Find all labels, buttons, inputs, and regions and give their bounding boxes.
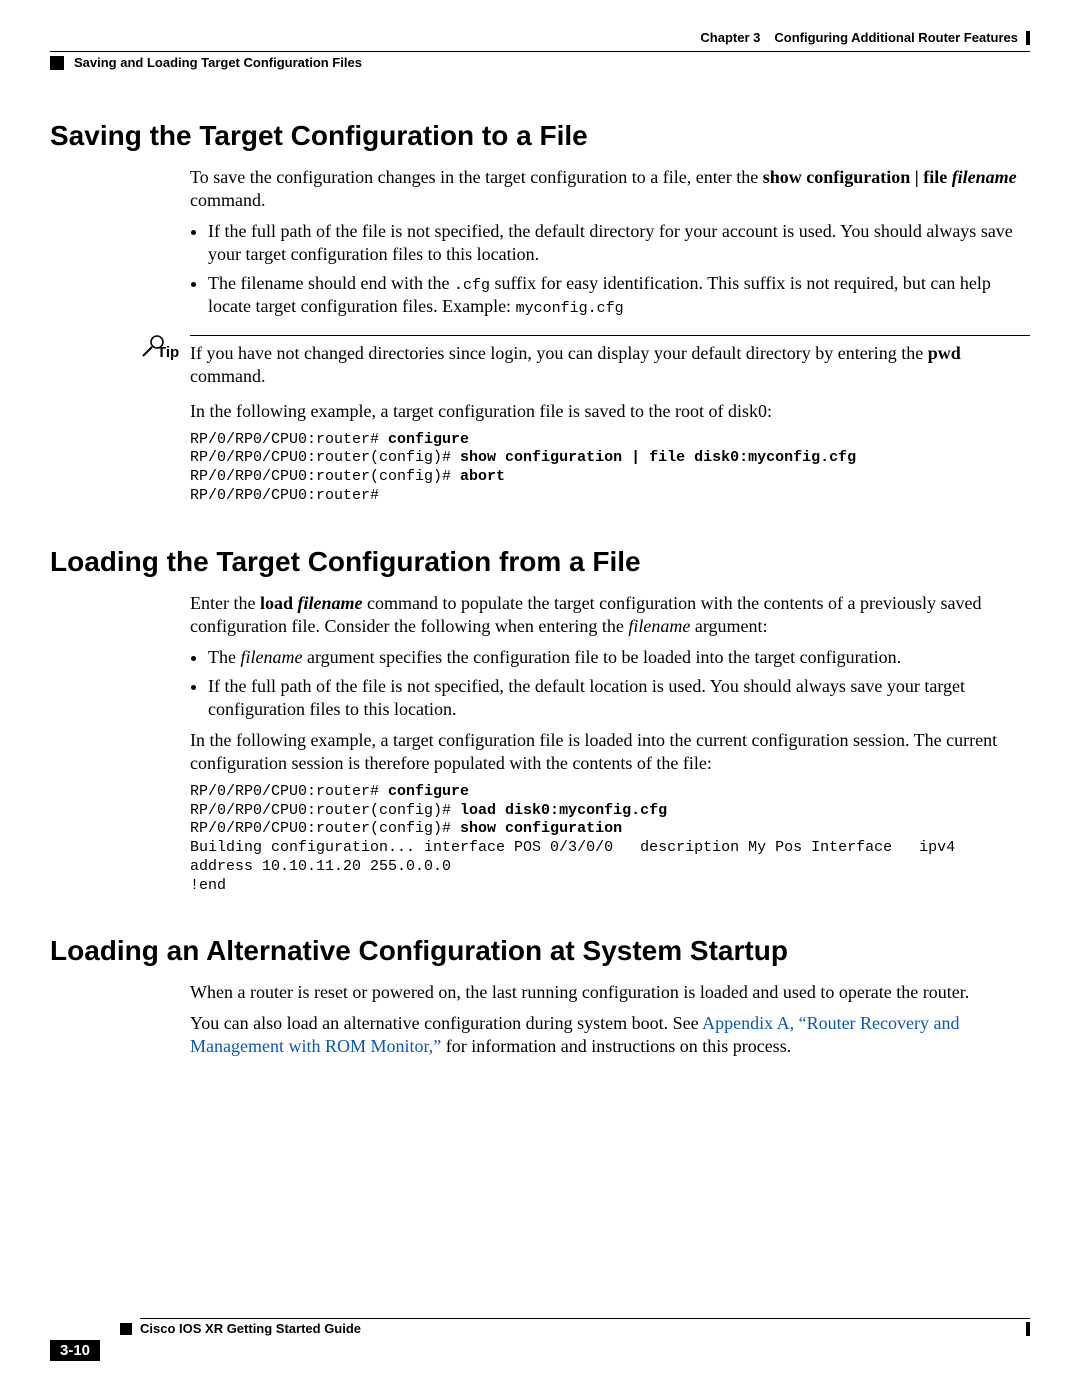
sec1-example-intro: In the following example, a target confi… — [190, 400, 1030, 423]
list-item: If the full path of the file is not spec… — [208, 220, 1030, 266]
section-title: Saving and Loading Target Configuration … — [74, 55, 362, 70]
chapter-title: Configuring Additional Router Features — [774, 30, 1018, 45]
sec1-bullets: If the full path of the file is not spec… — [208, 220, 1030, 318]
sec2-example-intro: In the following example, a target confi… — [190, 729, 1030, 775]
header-end-tick-icon — [1026, 31, 1030, 45]
section-square-icon — [50, 56, 64, 70]
sec2-intro: Enter the load filename command to popul… — [190, 592, 1030, 638]
heading-loading-config: Loading the Target Configuration from a … — [50, 546, 1030, 578]
tip-block: Tip If you have not changed directories … — [50, 335, 1030, 388]
tip-text: If you have not changed directories sinc… — [190, 342, 1030, 388]
footer-square-icon — [120, 1323, 132, 1335]
page-footer: Cisco IOS XR Getting Started Guide 3-10 — [50, 1318, 1030, 1361]
list-item: The filename should end with the .cfg su… — [208, 272, 1030, 318]
sec3-p2: You can also load an alternative configu… — [190, 1012, 1030, 1058]
page-header: Chapter 3 Configuring Additional Router … — [50, 30, 1030, 45]
chapter-number: Chapter 3 — [700, 30, 760, 45]
list-item: If the full path of the file is not spec… — [208, 675, 1030, 721]
tip-wand-icon — [140, 333, 166, 364]
sec1-intro: To save the configuration changes in the… — [190, 166, 1030, 212]
sec2-code-block: RP/0/RP0/CPU0:router# configure RP/0/RP0… — [190, 783, 1030, 896]
sec3-p1: When a router is reset or powered on, th… — [190, 981, 1030, 1004]
list-item: The filename argument specifies the conf… — [208, 646, 1030, 669]
footer-guide-title: Cisco IOS XR Getting Started Guide — [140, 1321, 361, 1336]
page-number-badge: 3-10 — [50, 1340, 100, 1361]
header-section-row: Saving and Loading Target Configuration … — [50, 51, 1030, 70]
sec1-code-block: RP/0/RP0/CPU0:router# configure RP/0/RP0… — [190, 431, 1030, 506]
heading-saving-config: Saving the Target Configuration to a Fil… — [50, 120, 1030, 152]
footer-end-tick-icon — [1026, 1322, 1030, 1336]
sec2-bullets: The filename argument specifies the conf… — [208, 646, 1030, 721]
heading-alt-config: Loading an Alternative Configuration at … — [50, 935, 1030, 967]
